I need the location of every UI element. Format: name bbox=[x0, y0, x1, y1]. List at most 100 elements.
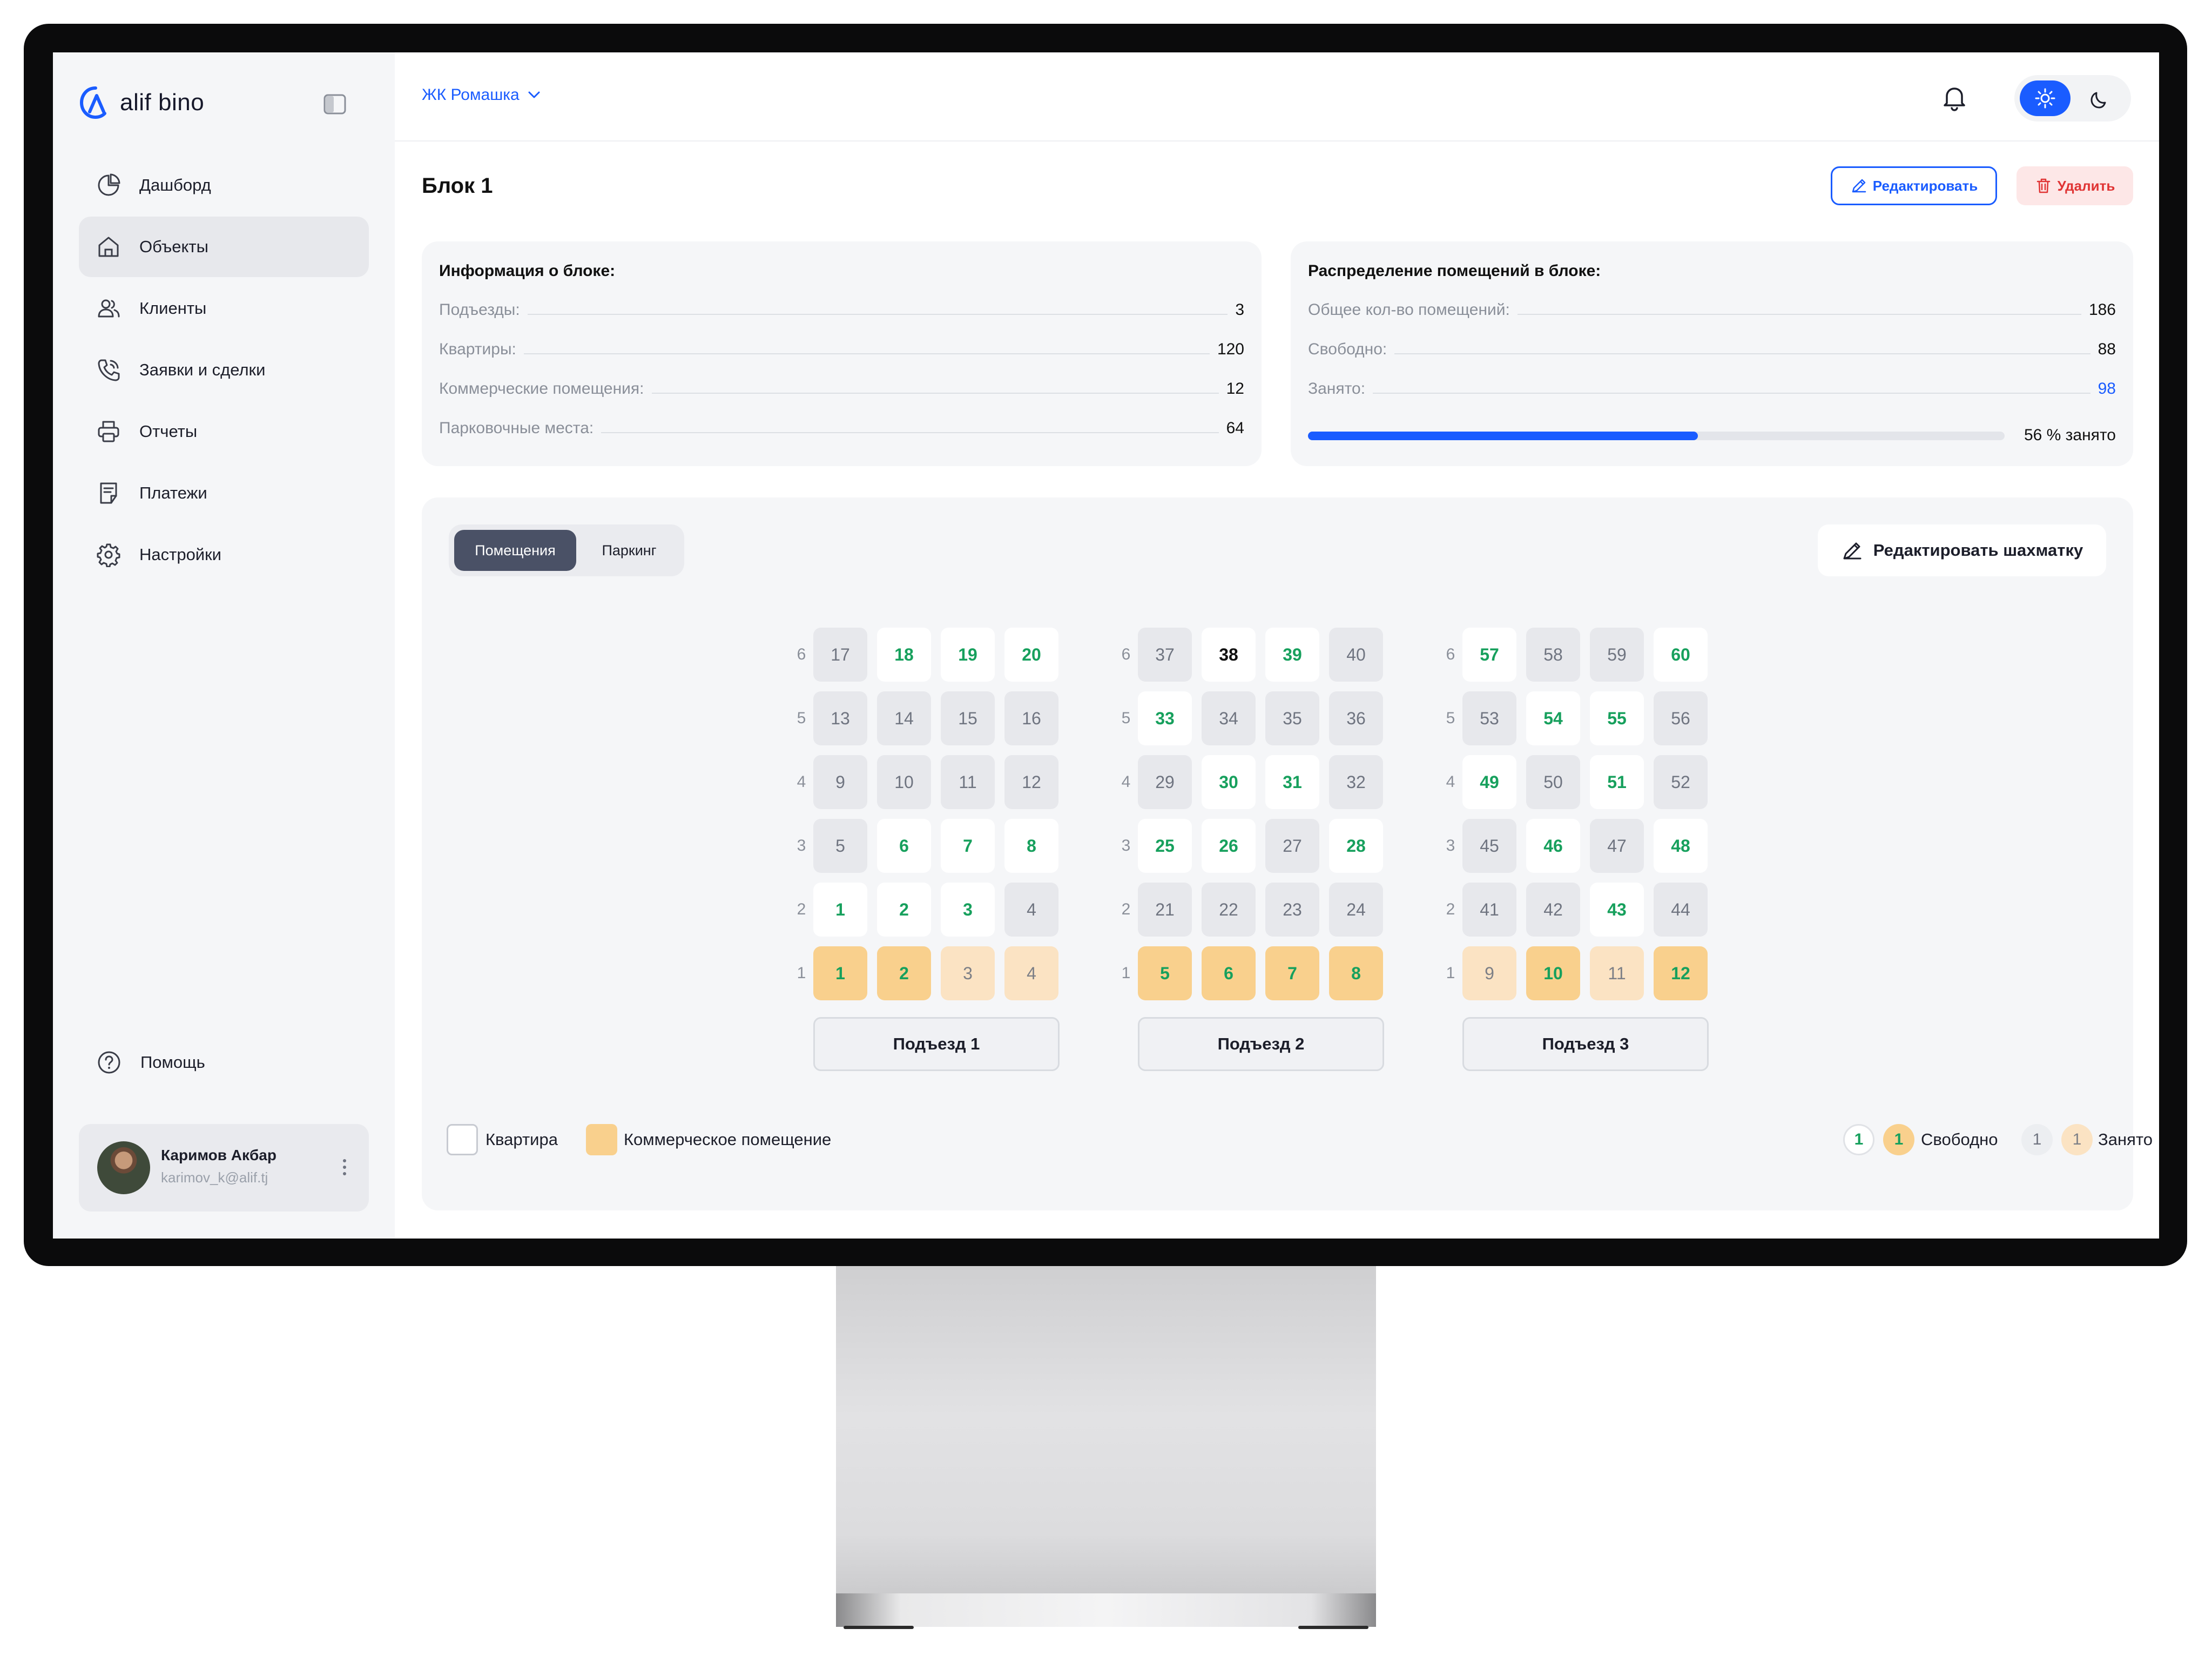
unit-cell[interactable]: 6 bbox=[1202, 946, 1256, 1000]
sidebar-item-reports[interactable]: Отчеты bbox=[79, 401, 369, 462]
unit-cell[interactable]: 56 bbox=[1654, 691, 1708, 745]
delete-block-button[interactable]: Удалить bbox=[2017, 166, 2133, 205]
unit-cell[interactable]: 18 bbox=[877, 628, 931, 682]
unit-cell[interactable]: 50 bbox=[1526, 755, 1580, 809]
sidebar-item-payments[interactable]: Платежи bbox=[79, 463, 369, 523]
unit-cell[interactable]: 4 bbox=[1004, 883, 1058, 937]
sidebar-collapse-icon[interactable] bbox=[323, 93, 347, 115]
unit-cell[interactable]: 4 bbox=[1004, 946, 1058, 1000]
unit-cell[interactable]: 49 bbox=[1462, 755, 1516, 809]
unit-cell[interactable]: 7 bbox=[941, 819, 995, 873]
tab-parking[interactable]: Паркинг bbox=[579, 530, 679, 571]
unit-cell[interactable]: 30 bbox=[1202, 755, 1256, 809]
unit-cell[interactable]: 41 bbox=[1462, 883, 1516, 937]
sidebar-item-settings[interactable]: Настройки bbox=[79, 524, 369, 585]
entrance-button[interactable]: Подъезд 3 bbox=[1462, 1017, 1709, 1071]
unit-cell[interactable]: 34 bbox=[1202, 691, 1256, 745]
sidebar-item-help[interactable]: Помощь bbox=[96, 1049, 205, 1075]
unit-cell[interactable]: 16 bbox=[1004, 691, 1058, 745]
unit-cell[interactable]: 47 bbox=[1590, 819, 1644, 873]
unit-cell[interactable]: 10 bbox=[1526, 946, 1580, 1000]
unit-cell[interactable]: 57 bbox=[1462, 628, 1516, 682]
unit-cell[interactable]: 45 bbox=[1462, 819, 1516, 873]
edit-chessboard-button[interactable]: Редактировать шахматку bbox=[1818, 524, 2106, 576]
unit-cell[interactable]: 1 bbox=[813, 883, 867, 937]
unit-cell[interactable]: 32 bbox=[1329, 755, 1383, 809]
sidebar-item-dashboard[interactable]: Дашборд bbox=[79, 155, 369, 216]
theme-dark-button[interactable] bbox=[2083, 83, 2116, 115]
unit-cell[interactable]: 2 bbox=[877, 883, 931, 937]
unit-cell[interactable]: 11 bbox=[941, 755, 995, 809]
unit-cell[interactable]: 25 bbox=[1138, 819, 1192, 873]
unit-cell[interactable]: 23 bbox=[1265, 883, 1319, 937]
unit-cell[interactable]: 39 bbox=[1265, 628, 1319, 682]
bell-icon[interactable] bbox=[1939, 83, 1970, 113]
unit-cell[interactable]: 27 bbox=[1265, 819, 1319, 873]
unit-cell[interactable]: 8 bbox=[1004, 819, 1058, 873]
unit-cell[interactable]: 33 bbox=[1138, 691, 1192, 745]
unit-cell[interactable]: 55 bbox=[1590, 691, 1644, 745]
entrance-button[interactable]: Подъезд 1 bbox=[813, 1017, 1060, 1071]
unit-cell[interactable]: 6 bbox=[877, 819, 931, 873]
unit-cell[interactable]: 36 bbox=[1329, 691, 1383, 745]
sidebar-item-clients[interactable]: Клиенты bbox=[79, 278, 369, 339]
unit-cell[interactable]: 1 bbox=[813, 946, 867, 1000]
unit-cell[interactable]: 7 bbox=[1265, 946, 1319, 1000]
unit-cell[interactable]: 46 bbox=[1526, 819, 1580, 873]
unit-cell[interactable]: 5 bbox=[1138, 946, 1192, 1000]
unit-cell[interactable]: 28 bbox=[1329, 819, 1383, 873]
unit-cell[interactable]: 31 bbox=[1265, 755, 1319, 809]
unit-cell[interactable]: 12 bbox=[1654, 946, 1708, 1000]
sidebar-item-requests[interactable]: Заявки и сделки bbox=[79, 340, 369, 400]
unit-cell[interactable]: 20 bbox=[1004, 628, 1058, 682]
app-screen: alif bino Дашборд Объекты Клиенты Заявки… bbox=[53, 52, 2159, 1239]
unit-cell[interactable]: 54 bbox=[1526, 691, 1580, 745]
unit-cell[interactable]: 42 bbox=[1526, 883, 1580, 937]
unit-cell[interactable]: 9 bbox=[813, 755, 867, 809]
unit-cell[interactable]: 26 bbox=[1202, 819, 1256, 873]
logo[interactable]: alif bino bbox=[79, 85, 204, 120]
unit-cell[interactable]: 10 bbox=[877, 755, 931, 809]
user-card[interactable]: Каримов Акбар karimov_k@alif.tj bbox=[79, 1124, 369, 1212]
unit-cell[interactable]: 60 bbox=[1654, 628, 1708, 682]
unit-cell[interactable]: 53 bbox=[1462, 691, 1516, 745]
unit-cell[interactable]: 12 bbox=[1004, 755, 1058, 809]
unit-cell[interactable]: 38 bbox=[1202, 628, 1256, 682]
unit-cell[interactable]: 3 bbox=[941, 883, 995, 937]
unit-cell[interactable]: 48 bbox=[1654, 819, 1708, 873]
more-vertical-icon[interactable] bbox=[341, 1156, 348, 1178]
gear-icon bbox=[97, 543, 120, 567]
unit-cell[interactable]: 3 bbox=[941, 946, 995, 1000]
unit-cell[interactable]: 5 bbox=[813, 819, 867, 873]
unit-cell[interactable]: 51 bbox=[1590, 755, 1644, 809]
unit-cell[interactable]: 8 bbox=[1329, 946, 1383, 1000]
unit-cell[interactable]: 13 bbox=[813, 691, 867, 745]
unit-cell[interactable]: 37 bbox=[1138, 628, 1192, 682]
complex-selector[interactable]: ЖК Ромашка bbox=[422, 86, 541, 104]
sidebar-item-objects[interactable]: Объекты bbox=[79, 217, 369, 277]
unit-cell[interactable]: 2 bbox=[877, 946, 931, 1000]
unit-cell[interactable]: 9 bbox=[1462, 946, 1516, 1000]
unit-cell[interactable]: 35 bbox=[1265, 691, 1319, 745]
unit-cell[interactable]: 29 bbox=[1138, 755, 1192, 809]
edit-block-button[interactable]: Редактировать bbox=[1831, 166, 1997, 205]
unit-cell[interactable]: 44 bbox=[1654, 883, 1708, 937]
unit-cell[interactable]: 15 bbox=[941, 691, 995, 745]
unit-cell[interactable]: 11 bbox=[1590, 946, 1644, 1000]
unit-cell[interactable]: 52 bbox=[1654, 755, 1708, 809]
unit-cell[interactable]: 43 bbox=[1590, 883, 1644, 937]
entrance-button[interactable]: Подъезд 2 bbox=[1138, 1017, 1384, 1071]
tab-premises[interactable]: Помещения bbox=[454, 530, 576, 571]
unit-cell[interactable]: 22 bbox=[1202, 883, 1256, 937]
unit-cell[interactable]: 59 bbox=[1590, 628, 1644, 682]
unit-cell[interactable]: 14 bbox=[877, 691, 931, 745]
unit-cell[interactable]: 21 bbox=[1138, 883, 1192, 937]
unit-cell[interactable]: 19 bbox=[941, 628, 995, 682]
unit-cell[interactable]: 24 bbox=[1329, 883, 1383, 937]
unit-cell[interactable]: 17 bbox=[813, 628, 867, 682]
unit-cell[interactable]: 40 bbox=[1329, 628, 1383, 682]
info-value: 64 bbox=[1226, 419, 1244, 437]
unit-cell[interactable]: 58 bbox=[1526, 628, 1580, 682]
theme-light-button[interactable] bbox=[2020, 80, 2071, 116]
legend-free-apartment-dot: 1 bbox=[1843, 1124, 1874, 1155]
